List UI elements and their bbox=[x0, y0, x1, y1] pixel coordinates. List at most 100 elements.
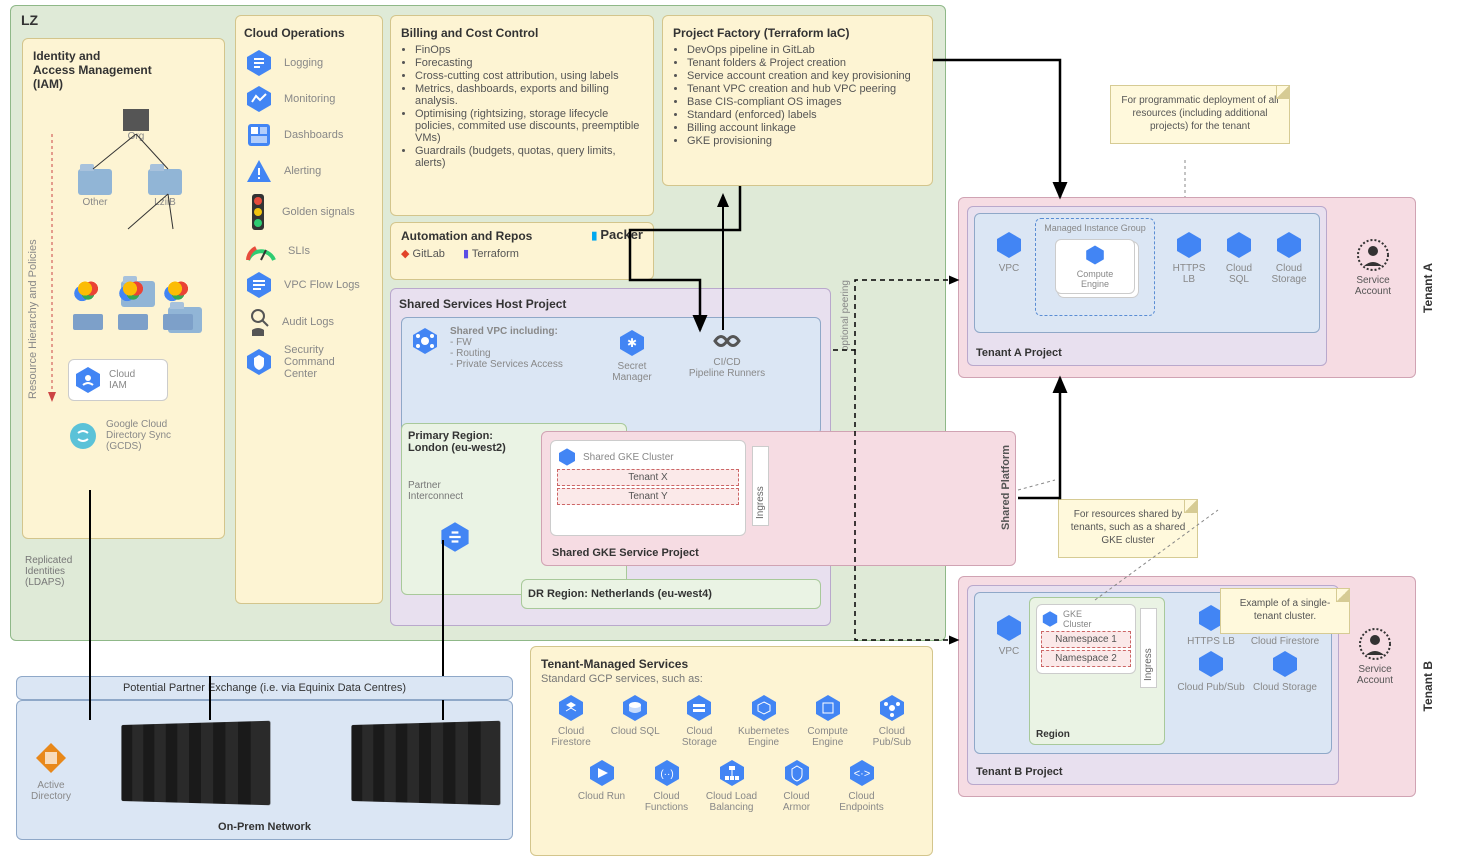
vpc-flow-icon bbox=[244, 270, 274, 300]
shared-host-title: Shared Services Host Project bbox=[399, 297, 822, 311]
audit-icon bbox=[244, 306, 272, 338]
ad-box: Active Directory bbox=[31, 741, 71, 802]
optional-peering-label: optional peering bbox=[840, 280, 851, 351]
dashboards-icon bbox=[244, 120, 274, 150]
tenant-a-project: VPC Managed Instance Group Compute Engin… bbox=[967, 206, 1327, 366]
secret-manager: ✱ Secret Manager bbox=[602, 328, 662, 383]
terraform-icon: ▮ Terraform bbox=[463, 247, 519, 260]
shared-gke-project: Shared GKE Cluster Tenant X Tenant Y Ing… bbox=[541, 431, 1016, 566]
svc-firestore: Cloud Firestore bbox=[541, 693, 601, 748]
gcds-icon bbox=[68, 421, 98, 451]
cloud-ops-list: Logging Monitoring Dashboards Alerting G… bbox=[244, 48, 374, 380]
tenant-a-vpc: VPC Managed Instance Group Compute Engin… bbox=[974, 213, 1320, 333]
org-icon bbox=[123, 109, 149, 131]
packer-icon: ▮ Packer bbox=[591, 227, 643, 242]
iam-arrow-down bbox=[47, 134, 57, 404]
svg-text:✱: ✱ bbox=[627, 336, 637, 350]
billing-list: FinOps Forecasting Cross-cutting cost at… bbox=[401, 44, 643, 169]
lb-icon bbox=[717, 758, 747, 788]
gke-icon bbox=[557, 447, 577, 467]
factory-list: DevOps pipeline in GitLab Tenant folders… bbox=[673, 44, 922, 147]
factory-box: Project Factory (Terraform IaC) DevOps p… bbox=[662, 15, 933, 186]
gauge-icon bbox=[244, 238, 278, 264]
cloud-iam-icon bbox=[73, 365, 103, 395]
service-account-icon bbox=[1358, 627, 1392, 661]
svc-lb: Cloud Load Balancing bbox=[702, 758, 762, 813]
sql-icon bbox=[1224, 230, 1254, 260]
cloud-iam-box: Cloud IAM bbox=[68, 359, 168, 401]
op-audit-logs: Audit Logs bbox=[244, 306, 374, 338]
onprem-exchange-box: Potential Partner Exchange (i.e. via Equ… bbox=[16, 676, 513, 700]
partner-interconnect-label: Partner Interconnect bbox=[408, 480, 463, 502]
svc-cloudsql: Cloud SQL bbox=[605, 693, 665, 748]
onprem-network-box: Active Directory On-Prem Network bbox=[16, 700, 513, 840]
ns-2: Namespace 2 bbox=[1041, 650, 1131, 667]
interconnect-icon bbox=[438, 520, 472, 554]
op-monitoring: Monitoring bbox=[244, 84, 374, 114]
storage-icon bbox=[1270, 649, 1300, 679]
ingress-label: Ingress bbox=[752, 446, 769, 526]
svc-pubsub: Cloud Pub/Sub bbox=[862, 693, 922, 748]
compute-icon bbox=[1084, 244, 1106, 266]
op-slis: SLIs bbox=[244, 238, 374, 264]
svc-compute: Compute Engine bbox=[798, 693, 858, 748]
tenant-x-ns: Tenant X bbox=[557, 469, 739, 486]
gke-icon bbox=[1041, 610, 1059, 628]
dr-region-title: DR Region: Netherlands (eu-west4) bbox=[528, 588, 712, 600]
logging-icon bbox=[244, 48, 274, 78]
server-rack-2 bbox=[351, 721, 500, 805]
secret-icon: ✱ bbox=[617, 328, 647, 358]
vpc-icon bbox=[410, 326, 440, 356]
compute-icon bbox=[813, 693, 843, 723]
storage-icon bbox=[1274, 230, 1304, 260]
op-alerting: Alerting bbox=[244, 156, 374, 186]
svg-text:(··): (··) bbox=[660, 769, 673, 780]
infinity-icon bbox=[707, 328, 747, 354]
svc-functions: (··)Cloud Functions bbox=[637, 758, 697, 813]
tenant-a-https-lb: HTTPS LB bbox=[1165, 230, 1213, 285]
storage-icon bbox=[163, 314, 193, 330]
armor-icon bbox=[782, 758, 812, 788]
shared-gke-inner: Shared GKE Cluster Tenant X Tenant Y bbox=[550, 440, 746, 536]
tenant-a-cloudsql: Cloud SQL bbox=[1215, 230, 1263, 285]
op-vpc-flow-logs: VPC Flow Logs bbox=[244, 270, 374, 300]
cicd-runners: CI/CD Pipeline Runners bbox=[682, 328, 772, 379]
vpc-icon bbox=[994, 230, 1024, 260]
storage-row bbox=[73, 314, 193, 330]
tenant-b-ingress: Ingress bbox=[1140, 608, 1157, 688]
gitlab-icon: ◆ GitLab bbox=[401, 247, 445, 260]
svc-gke: Kubernetes Engine bbox=[734, 693, 794, 748]
mig-box: Managed Instance Group Compute Engine bbox=[1035, 218, 1155, 316]
scc-icon bbox=[244, 347, 274, 377]
tenant-b-region: GKE Cluster Namespace 1 Namespace 2 Ingr… bbox=[1029, 597, 1165, 745]
alerting-icon bbox=[244, 156, 274, 186]
note-shared: For resources shared by tenants, such as… bbox=[1058, 499, 1198, 558]
server-rack-1 bbox=[121, 721, 270, 805]
dr-region-box: DR Region: Netherlands (eu-west4) bbox=[521, 579, 821, 609]
replicated-identities-label: Replicated Identities (LDAPS) bbox=[25, 555, 72, 588]
tenant-managed-subtitle: Standard GCP services, such as: bbox=[541, 673, 922, 685]
ns-1: Namespace 1 bbox=[1041, 631, 1131, 648]
tenant-a-bar: Tenant A bbox=[1419, 208, 1437, 367]
note-tenant-a: For programmatic deployment of all resou… bbox=[1110, 85, 1290, 144]
exchange-label: Potential Partner Exchange (i.e. via Equ… bbox=[123, 682, 406, 694]
onprem-label: On-Prem Network bbox=[17, 821, 512, 833]
op-scc: Security Command Center bbox=[244, 344, 374, 380]
billing-title: Billing and Cost Control bbox=[401, 26, 643, 40]
pubsub-icon bbox=[1196, 649, 1226, 679]
storage-icon bbox=[684, 693, 714, 723]
service-account-icon bbox=[1356, 238, 1390, 272]
tenant-a-storage: Cloud Storage bbox=[1265, 230, 1313, 285]
cloud-ops-title: Cloud Operations bbox=[244, 26, 374, 40]
gcds-box: Google Cloud Directory Sync (GCDS) bbox=[68, 419, 171, 452]
cloud-ops-box: Cloud Operations Logging Monitoring Dash… bbox=[235, 15, 383, 604]
traffic-light-icon bbox=[244, 192, 272, 232]
shared-platform-label: Shared Platform bbox=[1000, 445, 1012, 530]
svc-endpoints: <·>Cloud Endpoints bbox=[832, 758, 892, 813]
op-golden-signals: Golden signals bbox=[244, 192, 374, 232]
svc-storage: Cloud Storage bbox=[669, 693, 729, 748]
svc-armor: Cloud Armor bbox=[767, 758, 827, 813]
storage-icon bbox=[73, 314, 103, 330]
tenant-a-vpc-icon: VPC bbox=[979, 230, 1039, 274]
cloudrun-icon bbox=[587, 758, 617, 788]
